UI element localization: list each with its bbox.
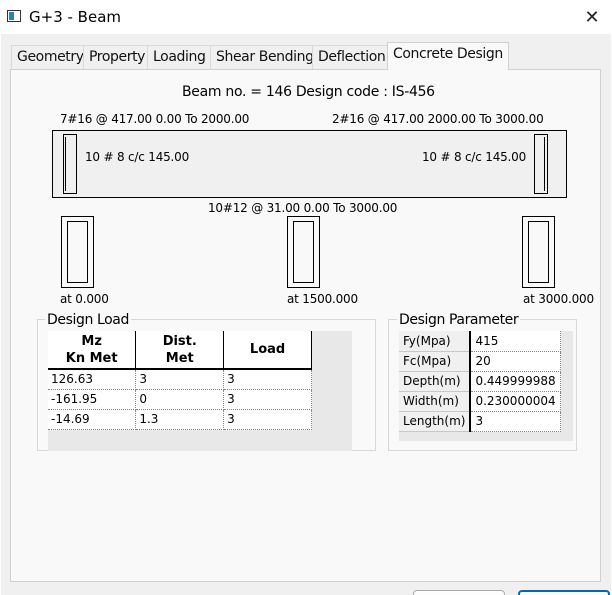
- dialog-button-right[interactable]: [518, 590, 610, 595]
- parameter-key: Fc(Mpa): [399, 351, 472, 372]
- parameter-key: Width(m): [399, 391, 472, 412]
- tab-shear-bending[interactable]: Shear Bending: [210, 45, 320, 69]
- dialog-button-left[interactable]: [413, 590, 505, 595]
- mz-cell[interactable]: -14.69: [48, 409, 137, 430]
- tab-geometry[interactable]: Geometry: [11, 45, 90, 69]
- table-row[interactable]: 126.63 3 3: [48, 369, 312, 390]
- beam-header: Beam no. = 146 Design code : IS-456: [182, 84, 435, 100]
- dist-cell[interactable]: 3: [135, 369, 225, 390]
- tab-concrete-design[interactable]: Concrete Design: [387, 42, 509, 70]
- parameter-value[interactable]: 0.230000004: [470, 391, 561, 412]
- section-mid: [287, 216, 320, 288]
- table-row[interactable]: -161.95 0 3: [48, 389, 312, 410]
- column-header-load[interactable]: Load: [223, 331, 312, 370]
- app-window-icon: [7, 10, 21, 22]
- parameter-value[interactable]: 20: [470, 351, 561, 372]
- beam-elevation: [52, 130, 567, 198]
- section-end: [522, 216, 555, 288]
- title-bar: G+3 - Beam ✕: [0, 0, 612, 34]
- parameter-row[interactable]: Width(m) 0.230000004: [399, 391, 561, 412]
- parameter-value[interactable]: 0.449999988: [470, 371, 561, 392]
- tab-loading[interactable]: Loading: [147, 45, 212, 69]
- mz-cell[interactable]: 126.63: [48, 369, 137, 390]
- section-end-label: at 3000.000: [523, 292, 594, 306]
- right-stirrup: [534, 134, 548, 194]
- right-stirrup-label: 10 # 8 c/c 145.00: [422, 150, 527, 164]
- section-start: [61, 216, 94, 288]
- right-stirrup-line: [544, 137, 545, 191]
- load-cell[interactable]: 3: [223, 369, 312, 390]
- close-icon[interactable]: ✕: [577, 4, 607, 30]
- parameter-key: Fy(Mpa): [399, 331, 472, 352]
- dist-cell[interactable]: 0: [135, 389, 225, 410]
- top-right-reinforcement: 2#16 @ 417.00 2000.00 To 3000.00: [332, 112, 544, 126]
- parameter-value[interactable]: 415: [470, 331, 561, 352]
- bottom-reinforcement: 10#12 @ 31.00 0.00 To 3000.00: [208, 201, 398, 215]
- parameter-value[interactable]: 3: [470, 411, 561, 432]
- dist-cell[interactable]: 1.3: [135, 409, 225, 430]
- parameter-row[interactable]: Fc(Mpa) 20: [399, 351, 561, 372]
- top-left-reinforcement: 7#16 @ 417.00 0.00 To 2000.00: [60, 112, 250, 126]
- left-stirrup-line: [65, 137, 66, 191]
- load-cell[interactable]: 3: [223, 389, 312, 410]
- parameter-key: Depth(m): [399, 371, 472, 392]
- design-parameter-title: Design Parameter: [397, 312, 521, 328]
- load-cell[interactable]: 3: [223, 409, 312, 430]
- design-load-table: Mz Kn Met Dist. Met Load 126.63 3 3 -161.9…: [48, 331, 312, 430]
- parameter-row[interactable]: Depth(m) 0.449999988: [399, 371, 561, 392]
- tab-property[interactable]: Property: [83, 45, 152, 69]
- mz-cell[interactable]: -161.95: [48, 389, 137, 410]
- section-mid-label: at 1500.000: [287, 292, 358, 306]
- column-header-mz[interactable]: Mz Kn Met: [48, 331, 137, 370]
- column-header-dist[interactable]: Dist. Met: [135, 331, 225, 370]
- tab-deflection[interactable]: Deflection: [312, 45, 392, 69]
- window-title: G+3 - Beam: [29, 8, 122, 26]
- design-load-title: Design Load: [45, 312, 131, 328]
- left-stirrup-label: 10 # 8 c/c 145.00: [85, 150, 190, 164]
- section-start-label: at 0.000: [60, 292, 109, 306]
- parameter-row[interactable]: Length(m) 3: [399, 411, 561, 432]
- design-parameter-table: Fy(Mpa) 415 Fc(Mpa) 20 Depth(m) 0.449999…: [399, 331, 561, 432]
- parameter-row[interactable]: Fy(Mpa) 415: [399, 331, 561, 352]
- parameter-key: Length(m): [399, 411, 472, 432]
- table-row[interactable]: -14.69 1.3 3: [48, 409, 312, 430]
